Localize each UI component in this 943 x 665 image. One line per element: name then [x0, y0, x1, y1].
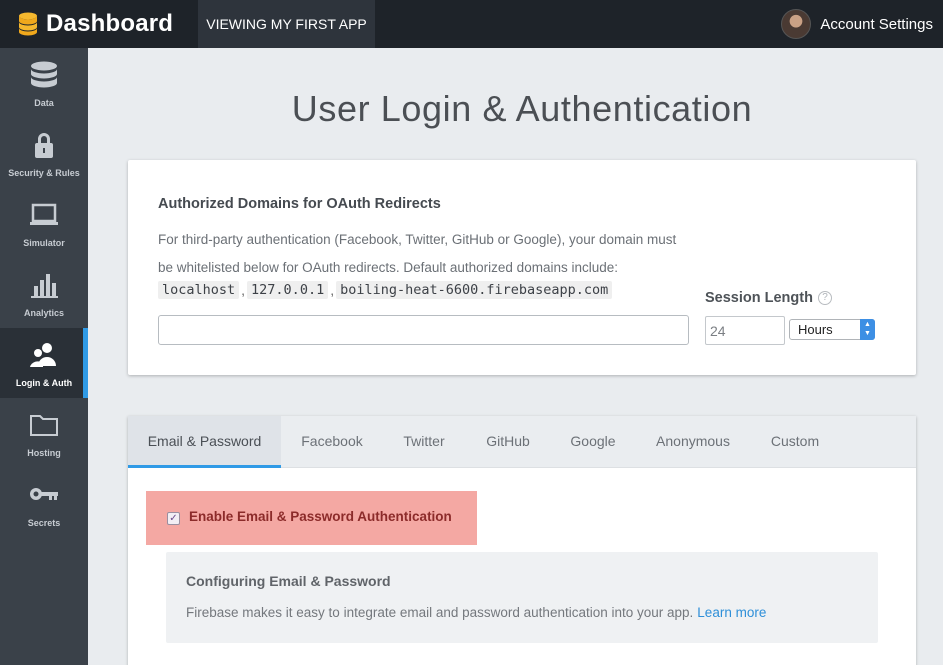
info-description: Firebase makes it easy to integrate emai… — [186, 605, 694, 620]
tab-anonymous[interactable]: Anonymous — [640, 416, 746, 468]
tab-facebook[interactable]: Facebook — [285, 416, 379, 468]
tab-google[interactable]: Google — [553, 416, 633, 468]
session-unit-select[interactable]: Hours ▲ ▼ — [789, 319, 875, 340]
help-icon[interactable]: ? — [817, 291, 832, 305]
default-domain: 127.0.0.1 — [247, 281, 329, 299]
page-title: User Login & Authentication — [291, 88, 753, 129]
sidebar-item-hosting[interactable]: Hosting — [0, 398, 88, 468]
users-icon — [29, 340, 59, 370]
sidebar-item-label: Hosting — [27, 448, 61, 458]
auth-providers-card: Email & Password Facebook Twitter GitHub… — [128, 416, 916, 665]
brand-title: Dashboard — [46, 10, 174, 37]
info-title: Configuring Email & Password — [186, 573, 391, 589]
default-domain: boiling-heat-6600.firebaseapp.com — [336, 281, 613, 299]
enable-email-password-checkbox[interactable]: ✓ — [167, 512, 180, 525]
sidebar-item-label: Analytics — [23, 308, 65, 318]
authorized-domains-heading: Authorized Domains for OAuth Redirects — [158, 196, 441, 212]
tab-custom[interactable]: Custom — [754, 416, 836, 468]
firebase-database-icon — [18, 12, 38, 36]
session-length-input[interactable] — [705, 316, 785, 345]
sidebar-item-label: Security & Rules — [8, 168, 80, 178]
top-bar: Dashboard VIEWING MY FIRST APP Account S… — [0, 0, 943, 48]
sidebar-item-label: Secrets — [27, 518, 61, 528]
learn-more-link[interactable]: Learn more — [697, 605, 766, 620]
lock-icon — [29, 130, 59, 160]
authorized-domains-description: For third-party authentication (Facebook… — [158, 232, 677, 275]
avatar — [781, 9, 812, 39]
session-unit-value: Hours — [798, 322, 833, 337]
session-length-text: Session Length — [705, 290, 813, 306]
default-domain: localhost — [158, 281, 240, 299]
session-length-label: Session Length ? — [705, 290, 832, 306]
authorized-domains-card: Authorized Domains for OAuth Redirects F… — [128, 160, 916, 375]
key-icon — [29, 480, 59, 510]
sidebar-item-label: Simulator — [23, 238, 65, 248]
tab-twitter[interactable]: Twitter — [385, 416, 463, 468]
database-icon — [29, 60, 59, 90]
info-text: Firebase makes it easy to integrate emai… — [186, 605, 766, 620]
enable-email-password-label[interactable]: Enable Email & Password Authentication — [189, 509, 452, 524]
sidebar-item-security-rules[interactable]: Security & Rules — [0, 118, 88, 188]
tab-github[interactable]: GitHub — [470, 416, 546, 468]
account-settings-link[interactable]: Account Settings — [781, 8, 933, 40]
tab-email-password[interactable]: Email & Password — [128, 416, 281, 468]
laptop-icon — [29, 200, 59, 230]
bar-chart-icon — [29, 270, 59, 300]
sidebar-item-data[interactable]: Data — [0, 48, 88, 118]
sidebar: Data Security & Rules Simulator Analytic… — [0, 48, 88, 665]
sidebar-item-secrets[interactable]: Secrets — [0, 468, 88, 538]
account-settings-label: Account Settings — [820, 15, 933, 33]
folder-icon — [29, 410, 59, 440]
sidebar-item-label: Data — [34, 98, 54, 108]
default-domains-list: localhost, 127.0.0.1, boiling-heat-6600.… — [158, 281, 613, 299]
sidebar-item-analytics[interactable]: Analytics — [0, 258, 88, 328]
sidebar-item-label: Login & Auth — [15, 378, 73, 388]
dashboard-brand[interactable]: Dashboard — [18, 8, 173, 40]
sidebar-item-login-auth[interactable]: Login & Auth — [0, 328, 88, 398]
provider-tabs: Email & Password Facebook Twitter GitHub… — [128, 416, 916, 468]
current-app-tab[interactable]: VIEWING MY FIRST APP — [198, 0, 375, 48]
sidebar-item-simulator[interactable]: Simulator — [0, 188, 88, 258]
enable-email-password-row[interactable]: ✓ Enable Email & Password Authentication — [146, 491, 477, 545]
authorized-domain-input[interactable] — [158, 315, 689, 345]
email-password-info-box: Configuring Email & Password Firebase ma… — [166, 552, 878, 643]
select-arrows-icon: ▲ ▼ — [860, 319, 875, 340]
